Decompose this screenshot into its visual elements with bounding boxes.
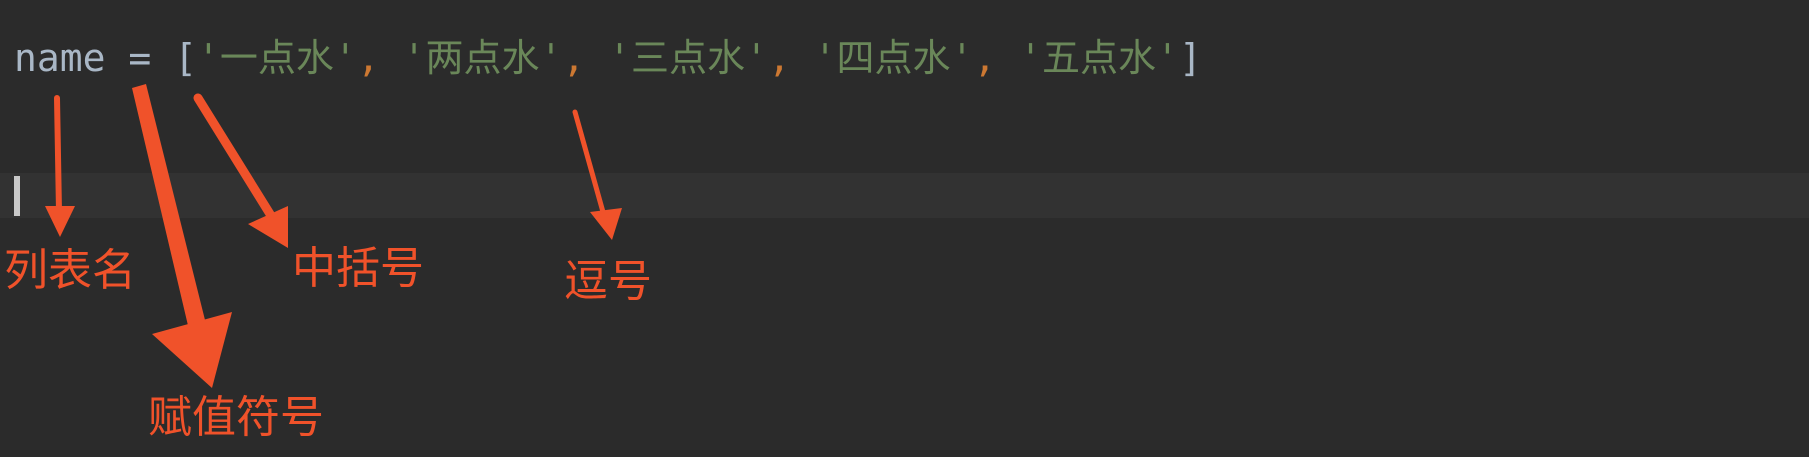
annotation-arrows <box>45 84 622 388</box>
label-brackets: 中括号 <box>292 243 424 294</box>
arrow-comma <box>572 109 622 240</box>
arrow-list-name <box>45 95 75 237</box>
annotated-code-diagram: name = ['一点水', '两点水', '三点水', '四点水', '五点水… <box>0 0 1809 457</box>
arrow-bracket <box>193 93 288 248</box>
label-list-name: 列表名 <box>4 245 136 296</box>
label-comma: 逗号 <box>564 256 652 307</box>
label-assignment: 赋值符号 <box>148 392 324 443</box>
